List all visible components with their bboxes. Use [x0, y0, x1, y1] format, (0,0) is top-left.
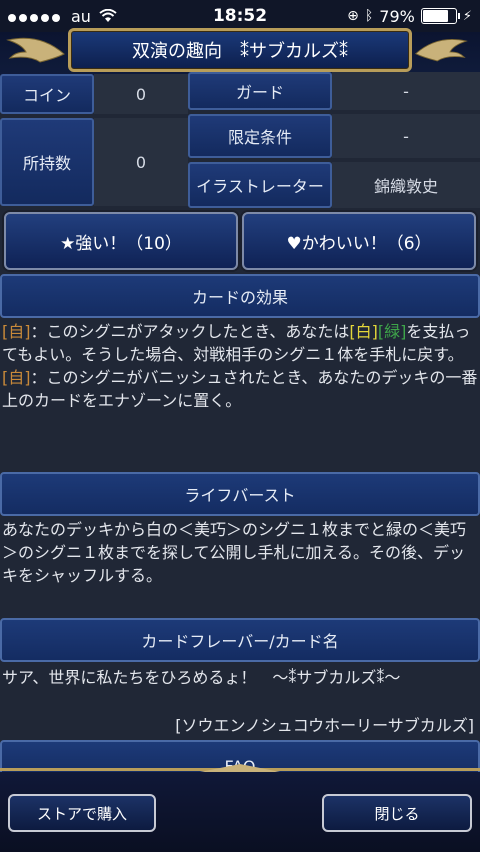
effect-text-part: ：このシグニがアタックしたとき、あなたは — [30, 322, 350, 341]
bluetooth-icon: ᛒ — [364, 8, 374, 24]
white-cost-tag: [白] — [349, 322, 378, 341]
guard-value: - — [332, 72, 480, 110]
auto-tag: [自] — [2, 322, 31, 341]
restriction-label: 限定条件 — [188, 114, 332, 158]
owned-count-label: 所持数 — [0, 118, 94, 206]
strong-vote-button[interactable]: ★強い！（10） — [4, 212, 238, 270]
auto-tag: [自] — [2, 368, 31, 387]
card-name-reading: [ソウエンノシュコウホーリーサブカルズ] — [175, 716, 474, 735]
card-title: 双演の趣向 ⁑サブカルズ⁑ — [132, 41, 348, 62]
restriction-value: - — [332, 114, 480, 158]
cute-vote-button[interactable]: ♥かわいい！（6） — [242, 212, 476, 270]
coin-label: コイン — [0, 74, 94, 114]
battery-percent: 79% — [379, 6, 415, 26]
illustrator-value: 錦織敦史 — [332, 162, 480, 208]
wing-ornament-icon — [6, 37, 65, 63]
card-effect-text: [自]：このシグニがアタックしたとき、あなたは[白][緑]を支払ってもよい。そう… — [0, 320, 480, 412]
buy-in-store-button[interactable]: ストアで購入 — [8, 794, 156, 832]
illustrator-label: イラストレーター — [188, 162, 332, 208]
effect-text-part: ：このシグニがバニッシュされたとき、あなたのデッキの一番上のカードをエナゾーンに… — [2, 368, 478, 410]
life-burst-text: あなたのデッキから白の＜美巧＞のシグニ１枚までと緑の＜美巧＞のシグニ１枚までを探… — [2, 520, 467, 585]
green-cost-tag: [緑] — [377, 322, 407, 341]
flavor-heading: カードフレーバー/カード名 — [0, 618, 480, 662]
charging-icon: ⚡ — [462, 8, 472, 24]
owned-count-value: 0 — [94, 118, 188, 206]
card-effect-heading: カードの効果 — [0, 274, 480, 318]
guard-label: ガード — [188, 72, 332, 110]
flavor-text: サア、世界に私たちをひろめるょ！ 〜⁑サブカルズ⁑〜 — [2, 668, 401, 687]
life-burst-heading: ライフバースト — [0, 472, 480, 516]
bottom-action-bar: ストアで購入 閉じる — [0, 772, 480, 852]
coin-value: 0 — [94, 74, 188, 114]
wing-ornament-icon — [415, 39, 468, 62]
card-title-plate: 双演の趣向 ⁑サブカルズ⁑ — [68, 28, 412, 72]
orientation-lock-icon: ⊕ — [347, 8, 359, 24]
card-detail-table: コイン 0 所持数 0 ガード - 限定条件 - イラストレーター 錦織敦史 — [0, 72, 480, 208]
close-button[interactable]: 閉じる — [322, 794, 472, 832]
battery-icon — [420, 8, 460, 24]
